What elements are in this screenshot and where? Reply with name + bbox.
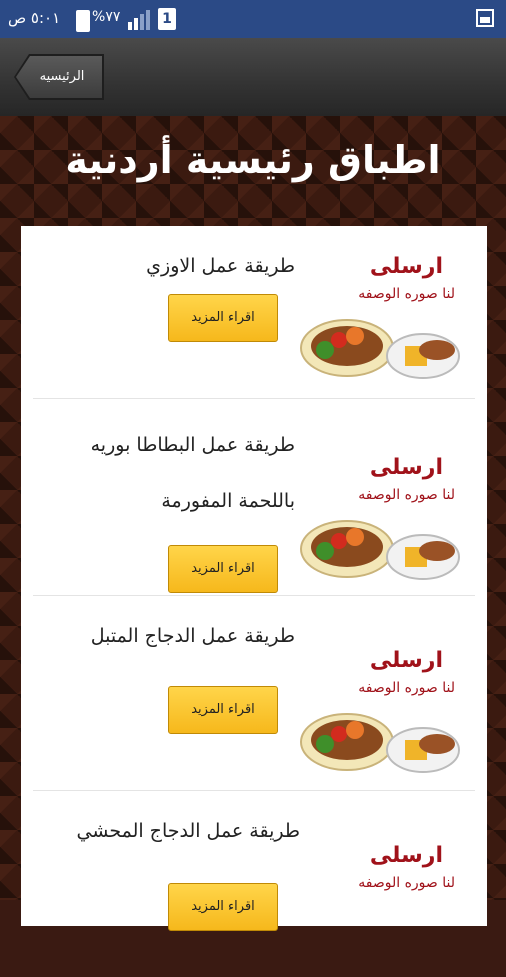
status-time: ٥:٠١ ص xyxy=(8,9,61,27)
recipe-card[interactable]: طريقة عمل الاوزي اقراء المزيد ارسلى لنا … xyxy=(33,226,475,399)
recipe-title[interactable]: طريقة عمل البطاطا بوريه باللحمة المفورمة xyxy=(45,417,295,529)
recipe-card[interactable]: طريقة عمل الدجاج المتبل اقراء المزيد ارس… xyxy=(33,596,475,791)
read-more-button[interactable]: اقراء المزيد xyxy=(168,883,278,931)
read-more-button[interactable]: اقراء المزيد xyxy=(168,294,278,342)
food-plates-icon xyxy=(300,520,460,580)
food-plates-icon xyxy=(300,713,460,773)
back-button[interactable]: الرئيسيه xyxy=(16,56,102,98)
promo-send-text: ارسلى xyxy=(369,254,443,279)
battery-icon xyxy=(76,10,90,32)
recipe-list[interactable]: طريقة عمل الاوزي اقراء المزيد ارسلى لنا … xyxy=(21,226,487,931)
recipe-title[interactable]: طريقة عمل الدجاج المحشي xyxy=(30,811,300,851)
promo-subtitle: لنا صوره الوصفه xyxy=(358,680,455,696)
food-plates-icon xyxy=(300,319,460,379)
sim-icon: 1 xyxy=(158,8,176,30)
recipe-card[interactable]: طريقة عمل البطاطا بوريه باللحمة المفورمة… xyxy=(33,399,475,596)
status-bar: ٥:٠١ ص %٧٧ 1 xyxy=(0,0,506,38)
recipe-title[interactable]: طريقة عمل الدجاج المتبل xyxy=(45,616,295,656)
recipe-card[interactable]: طريقة عمل الدجاج المحشي اقراء المزيد ارس… xyxy=(33,791,475,931)
send-recipe-promo[interactable]: ارسلى لنا صوره الوصفه xyxy=(297,449,467,589)
promo-subtitle: لنا صوره الوصفه xyxy=(358,487,455,503)
promo-send-text: ارسلى xyxy=(369,455,443,480)
send-recipe-promo[interactable]: ارسلى لنا صوره الوصفه xyxy=(297,642,467,782)
read-more-button[interactable]: اقراء المزيد xyxy=(168,686,278,734)
read-more-button[interactable]: اقراء المزيد xyxy=(168,545,278,593)
promo-subtitle: لنا صوره الوصفه xyxy=(358,286,455,302)
send-recipe-promo[interactable]: ارسلى لنا صوره الوصفه xyxy=(297,248,467,388)
action-bar: الرئيسيه xyxy=(0,38,506,116)
send-recipe-promo[interactable]: ارسلى لنا صوره الوصفه xyxy=(297,837,467,977)
signal-icon xyxy=(128,10,150,30)
promo-send-text: ارسلى xyxy=(369,843,443,868)
promo-send-text: ارسلى xyxy=(369,648,443,673)
battery-level: %٧٧ xyxy=(92,9,121,25)
page-title: اطباق رئيسية أردنية xyxy=(65,138,441,182)
recipe-title[interactable]: طريقة عمل الاوزي xyxy=(45,246,295,286)
promo-subtitle: لنا صوره الوصفه xyxy=(358,875,455,891)
image-notification-icon xyxy=(476,9,494,27)
